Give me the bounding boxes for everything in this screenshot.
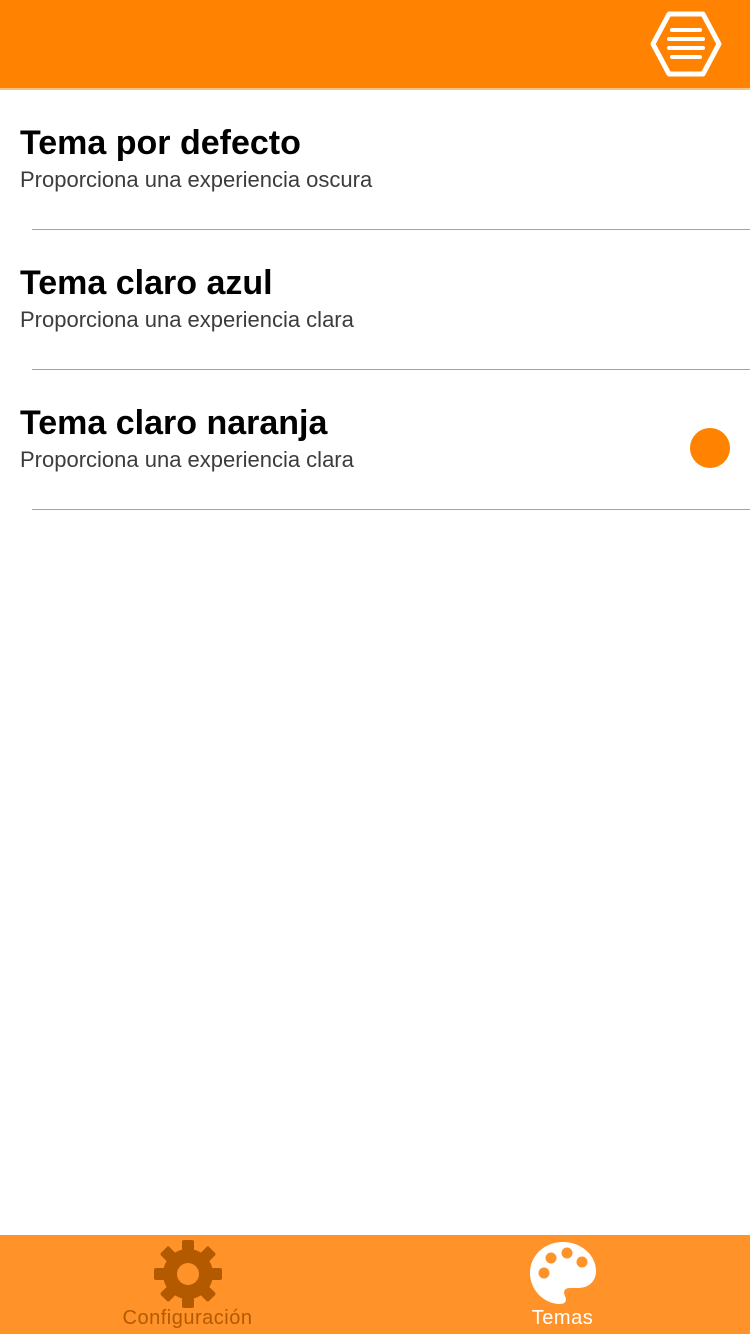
theme-description: Proporciona una experiencia clara: [20, 307, 354, 332]
theme-item-light-orange[interactable]: Tema claro naranja Proporciona una exper…: [0, 370, 750, 510]
theme-title: Tema claro naranja: [20, 404, 328, 442]
theme-item-light-blue[interactable]: Tema claro azul Proporciona una experien…: [0, 230, 750, 370]
tab-temas[interactable]: Temas: [375, 1235, 750, 1334]
list-divider: [32, 509, 750, 510]
gear-icon: [152, 1238, 224, 1310]
theme-title: Tema por defecto: [20, 124, 301, 162]
top-navigation-bar: [0, 0, 750, 88]
theme-item-default[interactable]: Tema por defecto Proporciona una experie…: [0, 90, 750, 230]
selected-indicator-icon: [690, 428, 730, 468]
theme-description: Proporciona una experiencia clara: [20, 447, 354, 472]
theme-description: Proporciona una experiencia oscura: [20, 167, 373, 192]
theme-title: Tema claro azul: [20, 264, 273, 302]
bottom-tab-bar: Configuración Temas: [0, 1235, 750, 1334]
theme-list: Tema por defecto Proporciona una experie…: [0, 90, 750, 510]
tab-label: Temas: [531, 1307, 594, 1329]
hexagon-menu-icon[interactable]: [650, 8, 722, 80]
tab-configuracion[interactable]: Configuración: [0, 1235, 375, 1334]
app-screen: Tema por defecto Proporciona una experie…: [0, 0, 750, 1334]
tab-label: Configuración: [122, 1307, 253, 1329]
palette-icon: [527, 1238, 599, 1310]
